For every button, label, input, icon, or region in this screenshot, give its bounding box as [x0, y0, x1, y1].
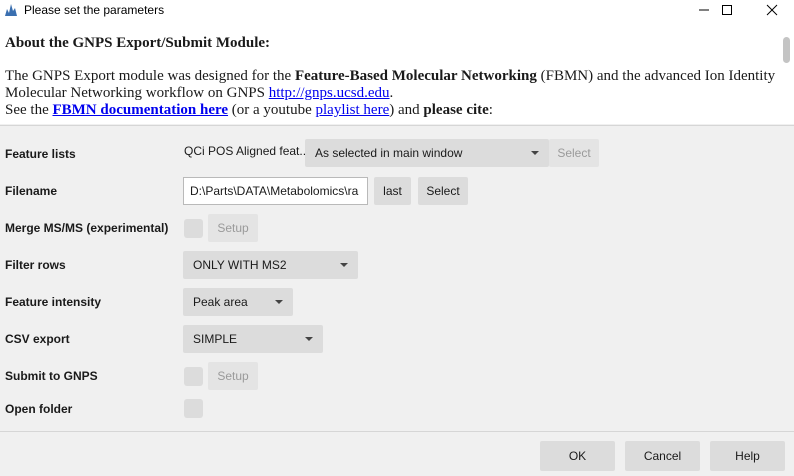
- maximize-icon: [722, 5, 732, 15]
- filter-rows-value: ONLY WITH MS2: [193, 258, 287, 272]
- submit-gnps-label: Submit to GNPS: [5, 369, 98, 383]
- open-folder-label: Open folder: [5, 402, 73, 416]
- filename-label: Filename: [5, 184, 58, 198]
- divider: [0, 431, 794, 432]
- title-bar: Please set the parameters: [0, 0, 794, 20]
- merge-msms-setup-button[interactable]: Setup: [208, 214, 258, 242]
- about-text: :: [488, 102, 493, 118]
- about-text: The GNPS Export module was designed for …: [5, 68, 295, 84]
- csv-export-value: SIMPLE: [193, 332, 238, 346]
- close-icon: [766, 4, 778, 16]
- app-icon: [5, 4, 17, 16]
- divider: [0, 125, 794, 126]
- open-folder-checkbox[interactable]: [184, 399, 203, 418]
- cancel-button[interactable]: Cancel: [625, 441, 700, 471]
- feature-intensity-dropdown[interactable]: Peak area: [183, 288, 293, 316]
- about-scrollbar-thumb[interactable]: [783, 37, 790, 63]
- youtube-playlist-link[interactable]: playlist here: [316, 102, 390, 118]
- feature-lists-label: Feature lists: [5, 147, 76, 161]
- about-description: The GNPS Export module was designed for …: [5, 68, 777, 119]
- csv-export-dropdown[interactable]: SIMPLE: [183, 325, 323, 353]
- filter-rows-dropdown[interactable]: ONLY WITH MS2: [183, 251, 358, 279]
- window-title: Please set the parameters: [24, 3, 165, 17]
- filter-rows-label: Filter rows: [5, 258, 66, 272]
- about-text: (or a youtube: [228, 102, 316, 118]
- chevron-down-icon: [305, 337, 313, 341]
- last-button[interactable]: last: [374, 177, 411, 205]
- about-panel: About the GNPS Export/Submit Module: The…: [0, 20, 794, 124]
- gnps-link[interactable]: http://gnps.ucsd.edu: [269, 85, 390, 101]
- feature-lists-selection: QCi POS Aligned feat...: [184, 144, 310, 158]
- feature-intensity-label: Feature intensity: [5, 295, 102, 309]
- chevron-down-icon: [340, 263, 348, 267]
- merge-msms-label: Merge MS/MS (experimental): [5, 221, 169, 235]
- close-button[interactable]: [752, 0, 792, 20]
- submit-gnps-checkbox[interactable]: [184, 367, 203, 386]
- filename-input[interactable]: D:\Parts\DATA\Metabolomics\ra: [183, 177, 368, 205]
- about-heading: About the GNPS Export/Submit Module:: [5, 35, 271, 51]
- about-text: See the: [5, 102, 53, 118]
- filename-select-button[interactable]: Select: [418, 177, 468, 205]
- feature-lists-dropdown-value: As selected in main window: [315, 146, 463, 160]
- about-text: .: [389, 85, 394, 101]
- maximize-button[interactable]: [707, 0, 747, 20]
- submit-gnps-setup-button[interactable]: Setup: [208, 362, 258, 390]
- ok-button[interactable]: OK: [540, 441, 615, 471]
- feature-intensity-value: Peak area: [193, 295, 248, 309]
- chevron-down-icon: [275, 300, 283, 304]
- feature-lists-dropdown[interactable]: As selected in main window: [305, 139, 549, 167]
- about-bold-text: please cite: [423, 102, 489, 118]
- help-button[interactable]: Help: [710, 441, 785, 471]
- feature-lists-select-button[interactable]: Select: [549, 139, 599, 167]
- about-text: ) and: [389, 102, 424, 118]
- csv-export-label: CSV export: [5, 332, 70, 346]
- chevron-down-icon: [531, 151, 539, 155]
- about-bold-text: Feature-Based Molecular Networking: [294, 68, 537, 84]
- merge-msms-checkbox[interactable]: [184, 219, 203, 238]
- fbmn-documentation-link[interactable]: FBMN documentation here: [52, 102, 228, 118]
